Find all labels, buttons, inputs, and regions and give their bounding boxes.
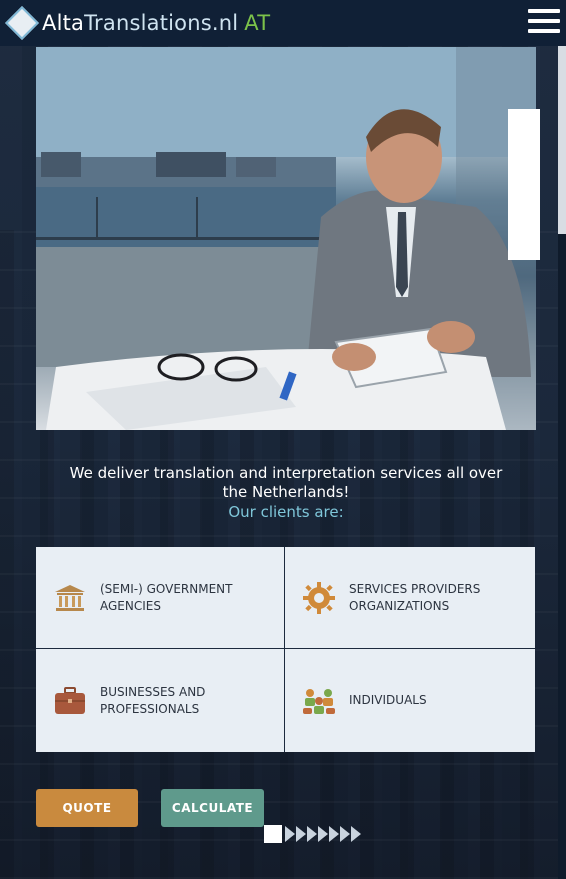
site-header: AltaTranslations.nl AT	[0, 0, 566, 46]
hero-tagline: We deliver translation and interpretatio…	[69, 464, 503, 501]
people-icon	[301, 683, 337, 719]
slider-pager	[264, 825, 361, 843]
pager-arrow-icon[interactable]	[318, 826, 328, 842]
client-government-agencies[interactable]: (SEMI-) GOVERNMENT AGENCIES	[36, 547, 285, 649]
gear-icon	[301, 580, 337, 616]
hero-image	[36, 47, 536, 430]
client-label-line1: (SEMI-) GOVERNMENT	[100, 581, 233, 596]
client-label-line2: AGENCIES	[100, 598, 161, 613]
client-label-line2: PROFESSIONALS	[100, 701, 200, 716]
building-icon	[52, 580, 88, 616]
pager-arrow-icon[interactable]	[351, 826, 361, 842]
pager-active-dot[interactable]	[264, 825, 282, 843]
pager-arrow-icon[interactable]	[285, 826, 295, 842]
quote-button[interactable]: QUOTE	[36, 789, 138, 827]
clients-grid: (SEMI-) GOVERNMENT AGENCIES SERVICES PRO…	[36, 547, 535, 752]
pager-arrow-icon[interactable]	[340, 826, 350, 842]
slider-side-tab[interactable]	[508, 109, 540, 260]
site-logo[interactable]: AltaTranslations.nl AT	[5, 6, 271, 40]
client-individuals[interactable]: INDIVIDUALS	[285, 649, 535, 752]
logo-icon	[5, 6, 39, 40]
pager-arrow-icon[interactable]	[296, 826, 306, 842]
client-label-line2: ORGANIZATIONS	[349, 598, 450, 613]
clients-heading: Our clients are:	[228, 503, 344, 521]
client-businesses-professionals[interactable]: BUSINESSES AND PROFESSIONALS	[36, 649, 285, 752]
logo-light-text: Translations.nl	[84, 11, 239, 35]
briefcase-icon	[52, 683, 88, 719]
client-label-line1: BUSINESSES AND	[100, 684, 206, 699]
pager-arrow-icon[interactable]	[329, 826, 339, 842]
client-service-providers[interactable]: SERVICES PROVIDERS ORGANIZATIONS	[285, 547, 535, 649]
client-label-line1: SERVICES PROVIDERS	[349, 581, 481, 596]
hamburger-menu-icon[interactable]	[528, 9, 560, 39]
logo-suffix-text: AT	[244, 11, 271, 35]
calculate-button[interactable]: CALCULATE	[161, 789, 264, 827]
logo-bold-text: Alta	[42, 11, 85, 35]
pager-arrow-icon[interactable]	[307, 826, 317, 842]
scrollbar-thumb[interactable]	[558, 46, 566, 234]
client-label-line1: INDIVIDUALS	[349, 693, 427, 707]
